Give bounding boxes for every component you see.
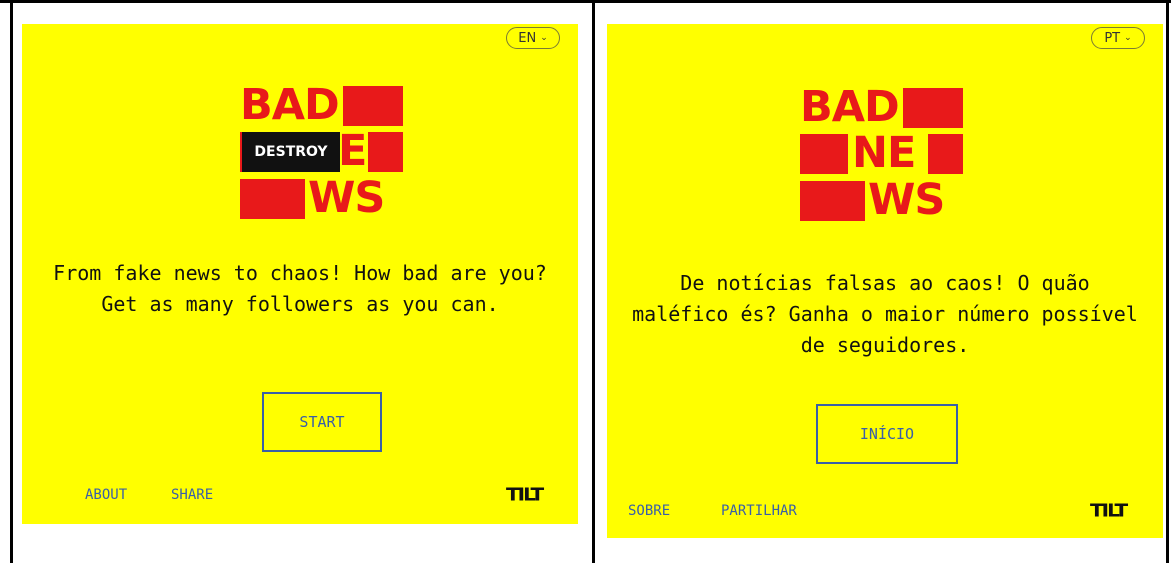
destroy-overlay: DESTROY bbox=[242, 132, 340, 172]
logo-block bbox=[240, 179, 305, 219]
logo-block bbox=[928, 134, 963, 174]
frame-left-border bbox=[10, 0, 13, 563]
start-button[interactable]: INÍCIO bbox=[816, 404, 958, 464]
start-screen-en: EN ⌄ BAD E WS DESTROY From fake news to … bbox=[22, 24, 578, 524]
logo-block bbox=[800, 134, 848, 174]
bad-news-logo: BAD E WS DESTROY bbox=[240, 84, 410, 224]
logo-text-e: E bbox=[338, 126, 367, 176]
share-link[interactable]: PARTILHAR bbox=[721, 503, 797, 519]
chevron-down-icon: ⌄ bbox=[540, 33, 548, 43]
logo-block bbox=[800, 181, 865, 221]
game-tagline: De notícias falsas ao caos! O quão maléf… bbox=[632, 271, 1138, 357]
start-screen-pt: PT ⌄ BAD NE WS De notícias falsas ao cao… bbox=[607, 24, 1163, 538]
logo-text-bad: BAD bbox=[800, 82, 900, 132]
chevron-down-icon: ⌄ bbox=[1124, 33, 1132, 43]
frame-right-border bbox=[1166, 0, 1169, 563]
tilt-logo: TILT bbox=[1090, 499, 1128, 521]
logo-text-bad: BAD bbox=[240, 80, 340, 130]
language-label: PT bbox=[1104, 30, 1121, 46]
game-tagline: From fake news to chaos! How bad are you… bbox=[53, 261, 547, 316]
logo-text-ws: WS bbox=[868, 175, 945, 225]
logo-block bbox=[903, 88, 963, 128]
logo-block bbox=[368, 132, 403, 172]
language-selector[interactable]: PT ⌄ bbox=[1091, 27, 1145, 49]
logo-text-ne: NE bbox=[852, 128, 916, 178]
language-selector[interactable]: EN ⌄ bbox=[506, 27, 560, 49]
share-link[interactable]: SHARE bbox=[171, 487, 213, 503]
logo-block bbox=[343, 86, 403, 126]
logo-text-ws: WS bbox=[308, 173, 385, 223]
start-button[interactable]: START bbox=[262, 392, 382, 452]
bad-news-logo: BAD NE WS bbox=[800, 86, 970, 226]
tilt-logo: TILT bbox=[506, 483, 544, 505]
frame-divider bbox=[592, 0, 595, 563]
about-link[interactable]: SOBRE bbox=[628, 503, 670, 519]
frame-top-border bbox=[0, 0, 1171, 3]
language-label: EN bbox=[518, 30, 537, 46]
about-link[interactable]: ABOUT bbox=[85, 487, 127, 503]
